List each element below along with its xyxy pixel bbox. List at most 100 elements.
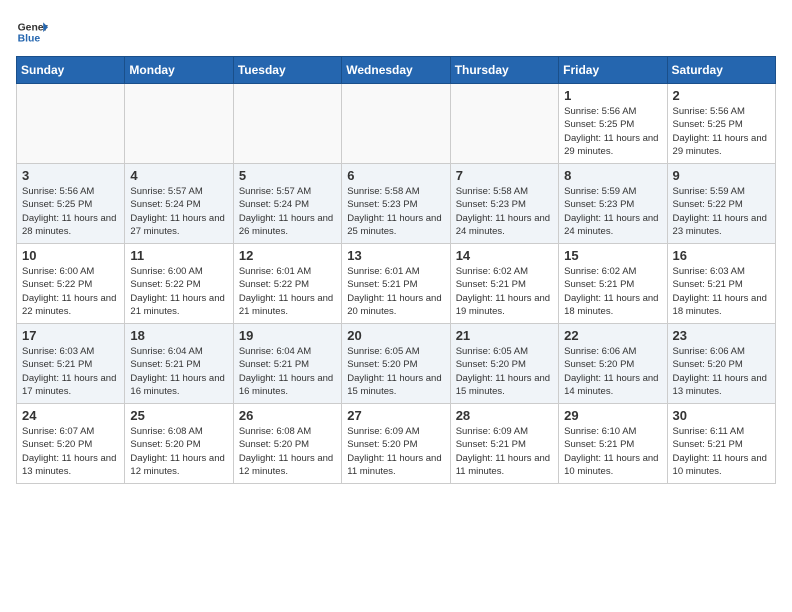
day-number: 5 xyxy=(239,168,336,183)
calendar-cell xyxy=(342,84,450,164)
day-header-friday: Friday xyxy=(559,57,667,84)
day-info: Sunrise: 6:03 AM Sunset: 5:21 PM Dayligh… xyxy=(22,345,119,398)
day-header-tuesday: Tuesday xyxy=(233,57,341,84)
day-info: Sunrise: 6:05 AM Sunset: 5:20 PM Dayligh… xyxy=(347,345,444,398)
calendar-cell: 9 Sunrise: 5:59 AM Sunset: 5:22 PM Daylig… xyxy=(667,164,775,244)
day-info: Sunrise: 6:04 AM Sunset: 5:21 PM Dayligh… xyxy=(130,345,227,398)
day-info: Sunrise: 5:56 AM Sunset: 5:25 PM Dayligh… xyxy=(22,185,119,238)
calendar-week-3: 10 Sunrise: 6:00 AM Sunset: 5:22 PM Dayli… xyxy=(17,244,776,324)
day-number: 12 xyxy=(239,248,336,263)
day-info: Sunrise: 5:56 AM Sunset: 5:25 PM Dayligh… xyxy=(564,105,661,158)
logo-icon: General Blue xyxy=(16,16,48,48)
day-number: 27 xyxy=(347,408,444,423)
calendar-cell: 24 Sunrise: 6:07 AM Sunset: 5:20 PM Dayli… xyxy=(17,404,125,484)
day-info: Sunrise: 6:02 AM Sunset: 5:21 PM Dayligh… xyxy=(456,265,553,318)
calendar-cell: 28Sunrise: 6:09 AM Sunset: 5:21 PM Dayli… xyxy=(450,404,558,484)
day-number: 30 xyxy=(673,408,770,423)
day-number: 8 xyxy=(564,168,661,183)
day-info: Sunrise: 6:11 AM Sunset: 5:21 PM Dayligh… xyxy=(673,425,770,478)
calendar-week-5: 24 Sunrise: 6:07 AM Sunset: 5:20 PM Dayli… xyxy=(17,404,776,484)
calendar-cell: 13 Sunrise: 6:01 AM Sunset: 5:21 PM Dayli… xyxy=(342,244,450,324)
day-number: 1 xyxy=(564,88,661,103)
day-number: 10 xyxy=(22,248,119,263)
day-info: Sunrise: 6:05 AM Sunset: 5:20 PM Dayligh… xyxy=(456,345,553,398)
day-info: Sunrise: 5:59 AM Sunset: 5:22 PM Dayligh… xyxy=(673,185,770,238)
calendar-cell: 30 Sunrise: 6:11 AM Sunset: 5:21 PM Dayli… xyxy=(667,404,775,484)
calendar-cell: 25Sunrise: 6:08 AM Sunset: 5:20 PM Dayli… xyxy=(125,404,233,484)
calendar-cell: 6Sunrise: 5:58 AM Sunset: 5:23 PM Daylig… xyxy=(342,164,450,244)
calendar-cell xyxy=(125,84,233,164)
day-number: 18 xyxy=(130,328,227,343)
day-info: Sunrise: 6:09 AM Sunset: 5:20 PM Dayligh… xyxy=(347,425,444,478)
day-number: 7 xyxy=(456,168,553,183)
day-header-wednesday: Wednesday xyxy=(342,57,450,84)
day-number: 19 xyxy=(239,328,336,343)
day-info: Sunrise: 6:03 AM Sunset: 5:21 PM Dayligh… xyxy=(673,265,770,318)
day-number: 23 xyxy=(673,328,770,343)
calendar-cell: 11 Sunrise: 6:00 AM Sunset: 5:22 PM Dayli… xyxy=(125,244,233,324)
calendar-header-row: SundayMondayTuesdayWednesdayThursdayFrid… xyxy=(17,57,776,84)
day-number: 2 xyxy=(673,88,770,103)
day-header-monday: Monday xyxy=(125,57,233,84)
day-number: 22 xyxy=(564,328,661,343)
day-header-sunday: Sunday xyxy=(17,57,125,84)
day-number: 28 xyxy=(456,408,553,423)
day-number: 3 xyxy=(22,168,119,183)
logo: General Blue xyxy=(16,16,48,48)
day-number: 15 xyxy=(564,248,661,263)
day-info: Sunrise: 6:00 AM Sunset: 5:22 PM Dayligh… xyxy=(130,265,227,318)
day-info: Sunrise: 6:07 AM Sunset: 5:20 PM Dayligh… xyxy=(22,425,119,478)
calendar-cell xyxy=(450,84,558,164)
calendar-table: SundayMondayTuesdayWednesdayThursdayFrid… xyxy=(16,56,776,484)
calendar-cell: 3 Sunrise: 5:56 AM Sunset: 5:25 PM Daylig… xyxy=(17,164,125,244)
day-number: 20 xyxy=(347,328,444,343)
calendar-cell: 14 Sunrise: 6:02 AM Sunset: 5:21 PM Dayli… xyxy=(450,244,558,324)
day-number: 25 xyxy=(130,408,227,423)
calendar-cell: 12 Sunrise: 6:01 AM Sunset: 5:22 PM Dayli… xyxy=(233,244,341,324)
day-info: Sunrise: 6:01 AM Sunset: 5:21 PM Dayligh… xyxy=(347,265,444,318)
calendar-cell xyxy=(233,84,341,164)
calendar-cell xyxy=(17,84,125,164)
calendar-cell: 18 Sunrise: 6:04 AM Sunset: 5:21 PM Dayli… xyxy=(125,324,233,404)
day-number: 29 xyxy=(564,408,661,423)
calendar-cell: 15Sunrise: 6:02 AM Sunset: 5:21 PM Dayli… xyxy=(559,244,667,324)
day-number: 26 xyxy=(239,408,336,423)
day-info: Sunrise: 6:00 AM Sunset: 5:22 PM Dayligh… xyxy=(22,265,119,318)
calendar-week-4: 17 Sunrise: 6:03 AM Sunset: 5:21 PM Dayli… xyxy=(17,324,776,404)
day-number: 9 xyxy=(673,168,770,183)
calendar-cell: 26 Sunrise: 6:08 AM Sunset: 5:20 PM Dayli… xyxy=(233,404,341,484)
day-info: Sunrise: 6:01 AM Sunset: 5:22 PM Dayligh… xyxy=(239,265,336,318)
calendar-week-2: 3 Sunrise: 5:56 AM Sunset: 5:25 PM Daylig… xyxy=(17,164,776,244)
day-number: 6 xyxy=(347,168,444,183)
day-number: 4 xyxy=(130,168,227,183)
day-number: 17 xyxy=(22,328,119,343)
calendar-cell: 22 Sunrise: 6:06 AM Sunset: 5:20 PM Dayli… xyxy=(559,324,667,404)
day-number: 13 xyxy=(347,248,444,263)
page-header: General Blue xyxy=(16,16,776,48)
calendar-cell: 21Sunrise: 6:05 AM Sunset: 5:20 PM Dayli… xyxy=(450,324,558,404)
day-number: 24 xyxy=(22,408,119,423)
day-header-saturday: Saturday xyxy=(667,57,775,84)
day-number: 14 xyxy=(456,248,553,263)
calendar-week-1: 1 Sunrise: 5:56 AM Sunset: 5:25 PM Daylig… xyxy=(17,84,776,164)
day-info: Sunrise: 6:06 AM Sunset: 5:20 PM Dayligh… xyxy=(564,345,661,398)
calendar-cell: 20 Sunrise: 6:05 AM Sunset: 5:20 PM Dayli… xyxy=(342,324,450,404)
calendar-cell: 7 Sunrise: 5:58 AM Sunset: 5:23 PM Daylig… xyxy=(450,164,558,244)
calendar-cell: 27 Sunrise: 6:09 AM Sunset: 5:20 PM Dayli… xyxy=(342,404,450,484)
day-header-thursday: Thursday xyxy=(450,57,558,84)
day-info: Sunrise: 5:58 AM Sunset: 5:23 PM Dayligh… xyxy=(456,185,553,238)
calendar-cell: 8Sunrise: 5:59 AM Sunset: 5:23 PM Daylig… xyxy=(559,164,667,244)
day-info: Sunrise: 6:06 AM Sunset: 5:20 PM Dayligh… xyxy=(673,345,770,398)
calendar-cell: 23 Sunrise: 6:06 AM Sunset: 5:20 PM Dayli… xyxy=(667,324,775,404)
day-info: Sunrise: 5:56 AM Sunset: 5:25 PM Dayligh… xyxy=(673,105,770,158)
calendar-cell: 2 Sunrise: 5:56 AM Sunset: 5:25 PM Daylig… xyxy=(667,84,775,164)
day-number: 16 xyxy=(673,248,770,263)
calendar-cell: 17 Sunrise: 6:03 AM Sunset: 5:21 PM Dayli… xyxy=(17,324,125,404)
calendar-cell: 29Sunrise: 6:10 AM Sunset: 5:21 PM Dayli… xyxy=(559,404,667,484)
day-info: Sunrise: 6:04 AM Sunset: 5:21 PM Dayligh… xyxy=(239,345,336,398)
calendar-cell: 1 Sunrise: 5:56 AM Sunset: 5:25 PM Daylig… xyxy=(559,84,667,164)
day-number: 11 xyxy=(130,248,227,263)
calendar-cell: 10 Sunrise: 6:00 AM Sunset: 5:22 PM Dayli… xyxy=(17,244,125,324)
calendar-cell: 4Sunrise: 5:57 AM Sunset: 5:24 PM Daylig… xyxy=(125,164,233,244)
day-info: Sunrise: 6:08 AM Sunset: 5:20 PM Dayligh… xyxy=(239,425,336,478)
